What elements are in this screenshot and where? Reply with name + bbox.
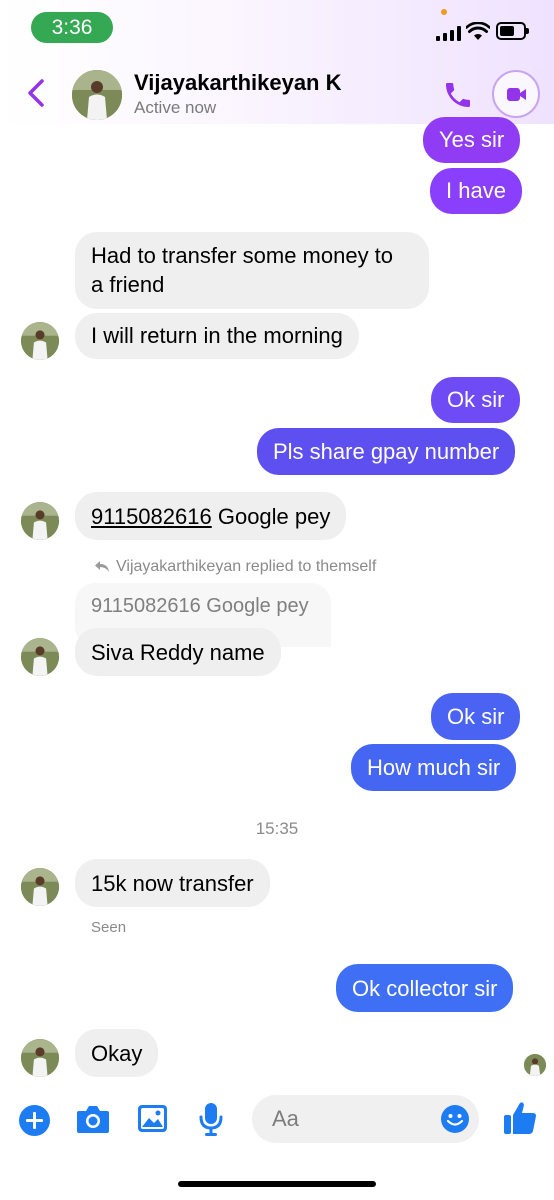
camera-icon[interactable] <box>76 1104 110 1134</box>
gallery-icon[interactable] <box>137 1104 168 1133</box>
message-outgoing[interactable]: Ok collector sir <box>336 964 514 1012</box>
sender-avatar <box>21 322 59 360</box>
home-indicator <box>178 1181 376 1187</box>
recording-dot <box>441 9 447 15</box>
thumbs-up-icon[interactable] <box>503 1100 537 1136</box>
message-input-placeholder: Aa <box>272 1106 299 1131</box>
message-text: Google pey <box>211 504 331 529</box>
reply-arrow-icon <box>95 561 109 572</box>
emoji-icon[interactable] <box>440 1104 470 1134</box>
sender-avatar <box>21 502 59 540</box>
sender-avatar <box>21 868 59 906</box>
timestamp: 15:35 <box>255 819 299 838</box>
message-incoming[interactable]: Had to transfer some money to a friend <box>75 232 429 309</box>
message-input[interactable]: Aa <box>252 1095 479 1143</box>
contact-name[interactable]: Vijayakarthikeyan K <box>134 70 342 96</box>
microphone-icon[interactable] <box>199 1102 223 1136</box>
video-call-button[interactable] <box>492 70 540 118</box>
presence-status: Active now <box>134 98 217 117</box>
phone-call-icon[interactable] <box>442 79 474 111</box>
plus-icon[interactable] <box>19 1105 50 1136</box>
header-avatar[interactable] <box>72 70 122 120</box>
read-receipt-avatar <box>524 1054 546 1076</box>
message-outgoing[interactable]: How much sir <box>351 744 517 791</box>
sender-avatar <box>21 1039 59 1077</box>
message-outgoing[interactable]: Yes sir <box>423 117 521 163</box>
battery-icon <box>496 22 529 40</box>
message-incoming[interactable]: 9115082616 Google pey <box>75 492 347 540</box>
phone-number-link[interactable]: 9115082616 <box>91 504 212 529</box>
back-chevron-icon[interactable] <box>24 78 48 108</box>
message-outgoing[interactable]: Ok sir <box>431 377 521 423</box>
message-incoming[interactable]: Okay <box>75 1029 159 1077</box>
message-line: a friend <box>91 272 165 297</box>
seen-indicator: Seen <box>91 919 127 936</box>
message-outgoing[interactable]: Pls share gpay number <box>257 428 516 475</box>
status-time: 3:36 <box>31 12 113 43</box>
message-line: Had to transfer some money to <box>91 243 394 268</box>
video-camera-icon <box>507 88 526 101</box>
reply-note: Vijayakarthikeyan replied to themself <box>116 558 377 575</box>
sender-avatar <box>21 638 59 676</box>
signal-icon <box>436 26 461 41</box>
message-incoming[interactable]: I will return in the morning <box>75 313 359 359</box>
wifi-icon <box>466 22 490 40</box>
message-incoming[interactable]: 15k now transfer <box>75 859 270 907</box>
message-outgoing[interactable]: Ok sir <box>431 693 521 740</box>
message-incoming[interactable]: Siva Reddy name <box>75 628 281 676</box>
message-outgoing[interactable]: I have <box>430 168 522 214</box>
